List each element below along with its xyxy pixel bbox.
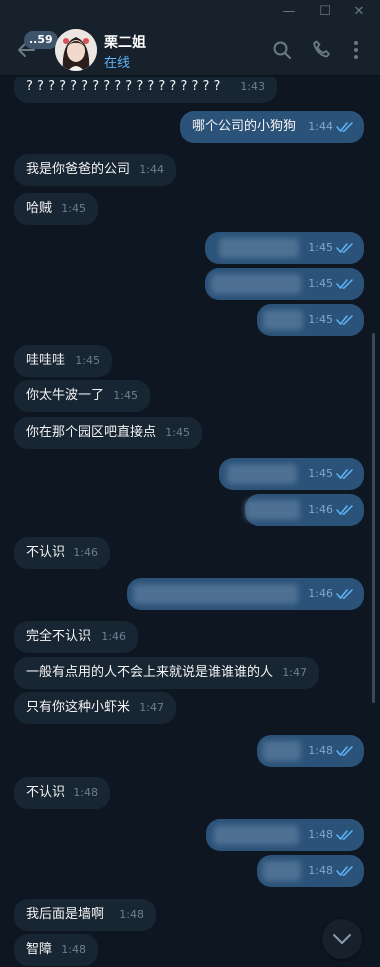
message-time: 1:46	[308, 587, 333, 600]
redacted-text	[263, 741, 301, 761]
message-time: 1:48	[61, 943, 86, 956]
message-list[interactable]: ? ? ? ? ? ? ? ? ? ? ? ? ? ? ? ? ? ? 1:43…	[0, 77, 380, 967]
message-time: 1:48	[308, 864, 333, 877]
read-check-icon	[336, 746, 353, 757]
message-incoming[interactable]: 不认识 1:48	[14, 777, 110, 809]
message-outgoing-redacted[interactable]: 1:46	[127, 578, 364, 610]
message-outgoing-redacted[interactable]: 1:45	[205, 232, 364, 264]
message-outgoing-redacted[interactable]: 1:48	[257, 735, 364, 767]
chat-header: ..59 栗二姐 在线	[0, 24, 380, 76]
message-outgoing[interactable]: 哪个公司的小狗狗 1:44	[180, 111, 364, 143]
close-icon[interactable]: ✕	[349, 2, 369, 22]
message-time: 1:45	[308, 277, 333, 290]
message-time: 1:48	[119, 908, 144, 921]
message-time: 1:48	[73, 786, 98, 799]
message-outgoing-redacted[interactable]: 1:48	[257, 855, 364, 887]
message-incoming[interactable]: 你在那个园区吧直接点 1:45	[14, 417, 202, 449]
redacted-text	[211, 274, 301, 294]
message-incoming[interactable]: 完全不认识 1:46	[14, 621, 138, 653]
message-time: 1:46	[308, 503, 333, 516]
contact-name[interactable]: 栗二姐	[104, 32, 146, 52]
phone-icon[interactable]	[310, 38, 334, 62]
message-incoming[interactable]: 我是你爸爸的公司 1:44	[14, 154, 176, 186]
read-check-icon	[336, 122, 353, 133]
message-incoming[interactable]: 智障 1:48	[14, 934, 98, 966]
message-time: 1:47	[282, 666, 307, 679]
message-time: 1:45	[61, 202, 86, 215]
message-time: 1:44	[308, 120, 333, 133]
message-outgoing-redacted[interactable]: 1:45	[219, 458, 364, 490]
redacted-text	[245, 500, 300, 520]
message-outgoing-redacted[interactable]: 1:45	[257, 304, 364, 336]
contact-status: 在线	[104, 56, 131, 71]
read-check-icon	[336, 866, 353, 877]
redacted-text	[263, 310, 303, 330]
avatar-image	[55, 29, 97, 71]
more-icon[interactable]	[344, 38, 368, 62]
redacted-text	[227, 464, 297, 484]
message-outgoing-redacted[interactable]: 1:48	[206, 819, 364, 851]
read-check-icon	[336, 469, 353, 480]
message-incoming[interactable]: 我后面是墙啊 1:48	[14, 899, 156, 931]
message-outgoing-redacted[interactable]: 1:46	[245, 494, 364, 526]
message-time: 1:44	[139, 163, 164, 176]
redacted-text	[214, 825, 299, 845]
message-time: 1:45	[308, 313, 333, 326]
read-check-icon	[336, 830, 353, 841]
message-incoming[interactable]: 哈贼 1:45	[14, 193, 98, 225]
scrollbar[interactable]	[372, 333, 375, 703]
message-time: 1:45	[165, 426, 190, 439]
redacted-text	[263, 861, 301, 881]
read-check-icon	[336, 315, 353, 326]
message-time: 1:46	[73, 546, 98, 559]
message-time: 1:45	[308, 467, 333, 480]
redacted-text	[133, 584, 298, 604]
unread-badge: ..59	[24, 31, 58, 49]
message-time: 1:43	[240, 80, 265, 93]
message-incoming[interactable]: 哇哇哇 1:45	[14, 345, 112, 377]
message-time: 1:45	[75, 354, 100, 367]
message-outgoing-redacted[interactable]: 1:45	[205, 268, 364, 300]
message-time: 1:45	[308, 241, 333, 254]
message-incoming[interactable]: ? ? ? ? ? ? ? ? ? ? ? ? ? ? ? ? ? ? 1:43	[14, 77, 277, 103]
message-incoming[interactable]: 只有你这种小虾米 1:47	[14, 692, 176, 724]
message-time: 1:46	[101, 630, 126, 643]
message-incoming[interactable]: 你太牛波一了 1:45	[14, 380, 150, 412]
message-time: 1:48	[308, 744, 333, 757]
message-time: 1:45	[113, 389, 138, 402]
maximize-icon[interactable]: ☐	[315, 2, 335, 22]
read-check-icon	[336, 243, 353, 254]
read-check-icon	[336, 589, 353, 600]
message-time: 1:48	[308, 828, 333, 841]
read-check-icon	[336, 279, 353, 290]
message-time: 1:47	[139, 701, 164, 714]
scroll-to-bottom-button[interactable]	[322, 919, 362, 959]
avatar[interactable]	[55, 29, 97, 71]
chevron-down-icon	[333, 934, 351, 944]
message-incoming[interactable]: 不认识 1:46	[14, 537, 110, 569]
redacted-text	[219, 238, 299, 258]
window-titlebar: — ☐ ✕	[0, 0, 380, 24]
search-icon[interactable]	[270, 38, 294, 62]
minimize-icon[interactable]: —	[279, 2, 299, 22]
message-incoming[interactable]: 一般有点用的人不会上来就说是谁谁谁的人 1:47	[14, 657, 319, 689]
read-check-icon	[336, 505, 353, 516]
